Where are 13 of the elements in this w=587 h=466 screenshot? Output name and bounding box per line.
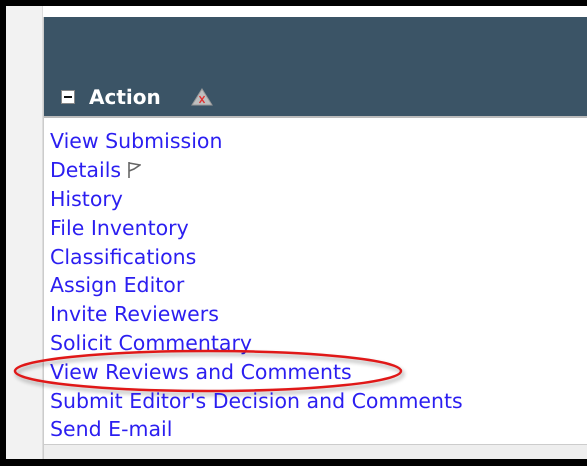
warning-icon[interactable] [190, 88, 213, 106]
column-title: Action [89, 85, 161, 109]
action-link[interactable]: Submit Editor's Decision and Comments [50, 388, 463, 413]
action-link[interactable]: Send E-mail [50, 417, 172, 442]
action-link[interactable]: Assign Editor [50, 273, 184, 298]
action-link[interactable]: History [50, 186, 123, 211]
action-link[interactable]: Solicit Commentary [50, 330, 252, 355]
action-link[interactable]: View Submission [50, 129, 222, 154]
action-link[interactable]: Details [50, 158, 122, 182]
collapse-toggle[interactable] [61, 90, 75, 104]
action-link[interactable]: Invite Reviewers [50, 302, 219, 326]
action-link[interactable]: File Inventory [50, 216, 189, 240]
action-link[interactable]: Classifications [50, 244, 196, 269]
